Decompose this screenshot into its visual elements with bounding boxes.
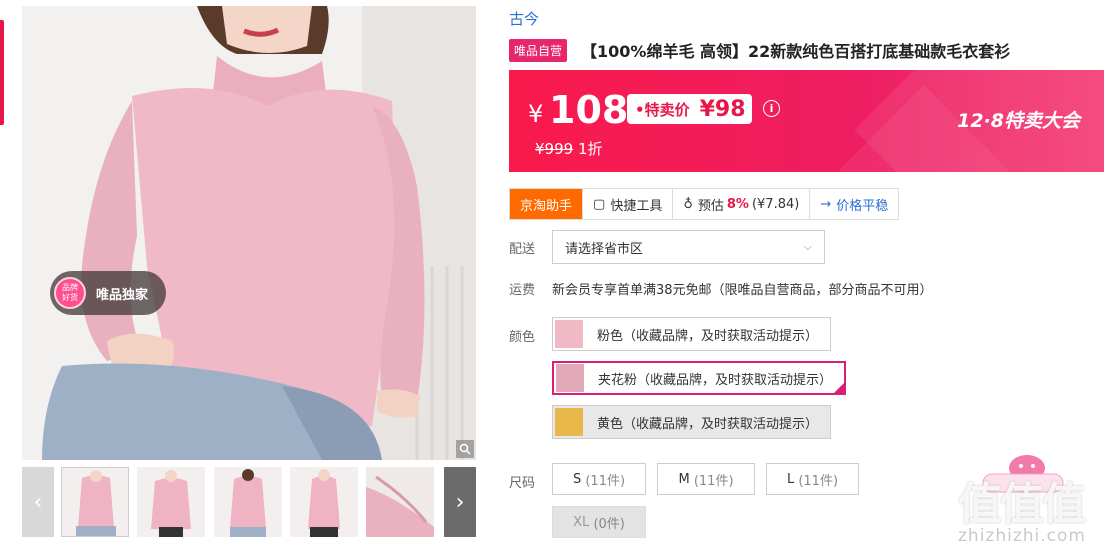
size-option-xl[interactable]: XL (0件) xyxy=(552,506,646,538)
shipping-text: 新会员专享首单满38元免邮（限唯品自营商品，部分商品不可用） xyxy=(552,283,933,298)
main-product-image[interactable]: 品牌好货 唯品独家 xyxy=(22,6,476,460)
shipping-label: 运费 xyxy=(509,283,536,298)
delivery-label: 配送 xyxy=(509,242,536,257)
event-label: 12·8特卖大会 xyxy=(957,110,1080,132)
size-value: M xyxy=(678,471,690,487)
exclusive-badge: 品牌好货 唯品独家 xyxy=(50,271,166,315)
estimate-button[interactable]: ♁ 预估 8% (¥7.84) xyxy=(673,189,811,219)
estimate-percent: 8% xyxy=(726,196,749,212)
thumbnail[interactable] xyxy=(290,467,358,537)
sale-price-value: ¥98 xyxy=(699,96,746,122)
title-row: 唯品自营 【100%绵羊毛 高领】22新款纯色百搭打底基础款毛衣套衫 xyxy=(509,38,1010,62)
color-swatch xyxy=(555,408,583,436)
current-price: 108 xyxy=(549,88,629,132)
price-trend-label: 价格平稳 xyxy=(836,198,889,214)
badge-circle-label: 品牌好货 xyxy=(62,283,78,302)
watermark-url: zhizhizhi.com xyxy=(958,526,1086,546)
size-count: (11件) xyxy=(585,473,626,489)
color-option-yellow[interactable]: 黄色（收藏品牌，及时获取活动提示） xyxy=(552,405,832,439)
moneybag-icon: ♁ xyxy=(683,196,693,212)
color-option-pink[interactable]: 粉色（收藏品牌，及时获取活动提示） xyxy=(552,317,832,351)
color-option-label: 夹花粉（收藏品牌，及时获取活动提示） xyxy=(598,372,833,388)
color-label: 颜色 xyxy=(509,330,536,345)
brand-link[interactable]: 古今 xyxy=(509,8,539,29)
size-label: 尺码 xyxy=(509,476,536,491)
thumbnail[interactable] xyxy=(137,467,205,537)
selected-check-icon xyxy=(832,381,847,395)
edge-accent-bar xyxy=(0,20,4,125)
size-value: L xyxy=(786,471,795,487)
helper-toolbar: 京淘助手 ▢ 快捷工具 ♁ 预估 8% (¥7.84) → 价格平稳 xyxy=(509,188,900,220)
currency-symbol: ¥ xyxy=(528,100,544,128)
size-option-s[interactable]: S (11件) xyxy=(552,463,646,495)
badge-text: 唯品独家 xyxy=(96,287,149,303)
price-trend-button[interactable]: → 价格平稳 xyxy=(810,189,898,219)
watermark-logo: 值值值 xyxy=(958,479,1086,530)
size-option-m[interactable]: M (11件) xyxy=(657,463,755,495)
discount-label: 1折 xyxy=(577,140,603,158)
arrow-right-icon: → xyxy=(820,196,832,212)
chevron-down-icon: ⌵ xyxy=(803,240,812,253)
thumbnail[interactable] xyxy=(214,467,282,537)
thumb-prev-button[interactable]: ‹ xyxy=(22,467,54,537)
helper-button[interactable]: 京淘助手 xyxy=(510,189,584,219)
thumbnail-strip: ‹ › xyxy=(22,467,476,537)
price-banner: ¥ 108 •特卖价 ¥98 i ¥999 1折 12·8特卖大会 xyxy=(509,70,1104,172)
quick-tools-button[interactable]: ▢ 快捷工具 xyxy=(583,189,674,219)
size-option-l[interactable]: L (11件) xyxy=(766,463,859,495)
estimate-label: 预估 xyxy=(697,198,724,214)
size-count: (0件) xyxy=(593,516,625,532)
address-placeholder: 请选择省市区 xyxy=(565,241,644,257)
address-select[interactable]: 请选择省市区 ⌵ xyxy=(552,230,825,264)
color-option-label: 粉色（收藏品牌，及时获取活动提示） xyxy=(597,328,819,344)
estimate-amount: (¥7.84) xyxy=(751,196,800,212)
quick-tools-label: 快捷工具 xyxy=(610,198,663,214)
color-option-mixed-pink[interactable]: 夹花粉（收藏品牌，及时获取活动提示） xyxy=(552,361,847,395)
clipboard-icon: ▢ xyxy=(593,196,606,212)
zoom-icon[interactable] xyxy=(456,440,474,458)
product-title: 【100%绵羊毛 高领】22新款纯色百搭打底基础款毛衣套衫 xyxy=(581,42,1011,61)
original-price-row: ¥999 1折 xyxy=(535,138,603,159)
thumbnail[interactable] xyxy=(366,467,434,537)
size-value: S xyxy=(572,471,582,487)
sale-price-pill: •特卖价 ¥98 xyxy=(627,94,752,124)
original-price: ¥999 xyxy=(535,140,574,158)
store-tag: 唯品自营 xyxy=(509,38,568,62)
thumb-next-button[interactable]: › xyxy=(444,467,476,537)
size-count: (11件) xyxy=(693,473,734,489)
color-swatch xyxy=(555,320,583,348)
brand-goods-icon: 品牌好货 xyxy=(54,277,86,309)
color-option-label: 黄色（收藏品牌，及时获取活动提示） xyxy=(597,416,819,432)
product-photo xyxy=(22,6,476,460)
sale-price-label: •特卖价 xyxy=(635,100,690,119)
size-value: XL xyxy=(573,514,590,530)
info-icon[interactable]: i xyxy=(763,100,780,117)
thumbnail[interactable] xyxy=(61,467,129,537)
size-count: (11件) xyxy=(798,473,839,489)
color-swatch xyxy=(556,364,584,392)
